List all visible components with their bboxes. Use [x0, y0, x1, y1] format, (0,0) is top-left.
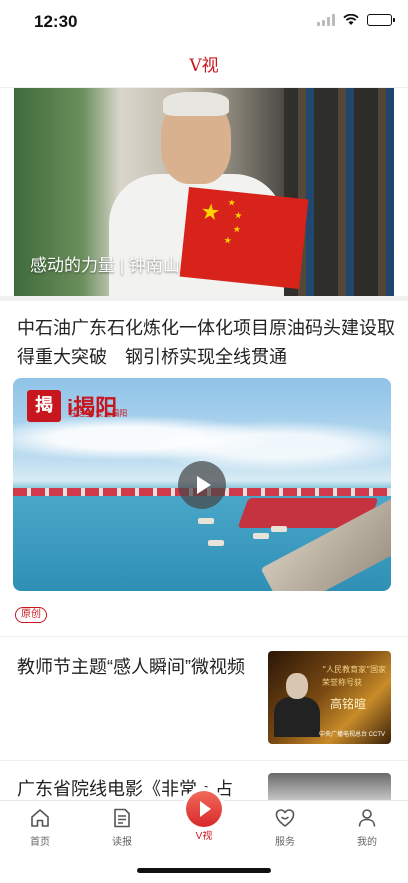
flag-star-icon: ★ — [199, 198, 222, 226]
play-icon[interactable] — [178, 461, 226, 509]
logo-badge: 揭 — [27, 390, 61, 422]
china-flag-image: ★ ★ ★ ★ ★ — [179, 186, 309, 290]
list-divider — [0, 760, 408, 761]
article-title[interactable]: 教师节主题“感人瞬间”微视频 — [17, 654, 257, 680]
article-title[interactable]: 中石油广东石化炼化一体化项目原油码头建设取得重大突破 钢引桥实现全线贯通 — [17, 314, 395, 372]
list-divider — [0, 636, 408, 637]
logo-subtitle: 在这里 爱上揭阳 — [69, 409, 128, 418]
heart-smile-icon — [275, 809, 295, 827]
hero-caption: 感动的力量 | 钟南山 — [30, 256, 180, 275]
thumbnail-name: 高铭暄 — [330, 697, 367, 711]
flag-star-icon: ★ — [232, 223, 242, 235]
status-icons — [317, 14, 395, 26]
page-title: V视 — [189, 56, 219, 76]
cellular-signal-icon — [317, 14, 335, 26]
flag-star-icon: ★ — [223, 234, 233, 246]
flag-star-icon: ★ — [227, 197, 237, 208]
battery-icon — [367, 14, 395, 26]
person-icon — [358, 809, 376, 827]
portrait-image — [274, 673, 320, 737]
flag-star-icon: ★ — [233, 209, 243, 221]
thumbnail-source: 中央广播电视总台 CCTV — [318, 732, 385, 738]
video-thumbnail[interactable]: 揭 i揭阳 在这里 爱上揭阳 — [13, 378, 391, 591]
status-time: 12:30 — [34, 12, 78, 31]
play-icon — [186, 791, 222, 827]
tab-label: V视 — [195, 831, 213, 842]
tab-label: 读报 — [112, 837, 132, 848]
wifi-icon — [343, 14, 359, 25]
tab-newspaper[interactable]: 读报 — [92, 807, 152, 848]
newspaper-icon — [114, 808, 130, 828]
home-indicator — [137, 868, 271, 873]
section-divider — [0, 296, 408, 301]
tab-services[interactable]: 服务 — [255, 807, 315, 848]
nav-bar: V视 — [0, 44, 408, 88]
tab-label: 服务 — [275, 837, 295, 848]
tab-video[interactable]: V视 — [184, 791, 224, 842]
status-bar: 12:30 — [0, 0, 408, 44]
home-icon — [31, 809, 49, 827]
tab-label: 我的 — [357, 837, 377, 848]
article-thumbnail[interactable] — [268, 773, 391, 803]
original-badge: 原创 — [15, 607, 47, 623]
tab-home[interactable]: 首页 — [10, 807, 70, 848]
tab-label: 首页 — [30, 837, 50, 848]
article-thumbnail[interactable]: “人民教育家”国家荣誉称号获 高铭暄 中央广播电视总台 CCTV — [268, 651, 391, 744]
tab-profile[interactable]: 我的 — [337, 807, 397, 848]
hero-card[interactable]: ★ ★ ★ ★ ★ 感动的力量 | 钟南山 — [14, 88, 394, 296]
thumbnail-quote: “人民教育家”国家荣誉称号获 — [322, 665, 387, 687]
